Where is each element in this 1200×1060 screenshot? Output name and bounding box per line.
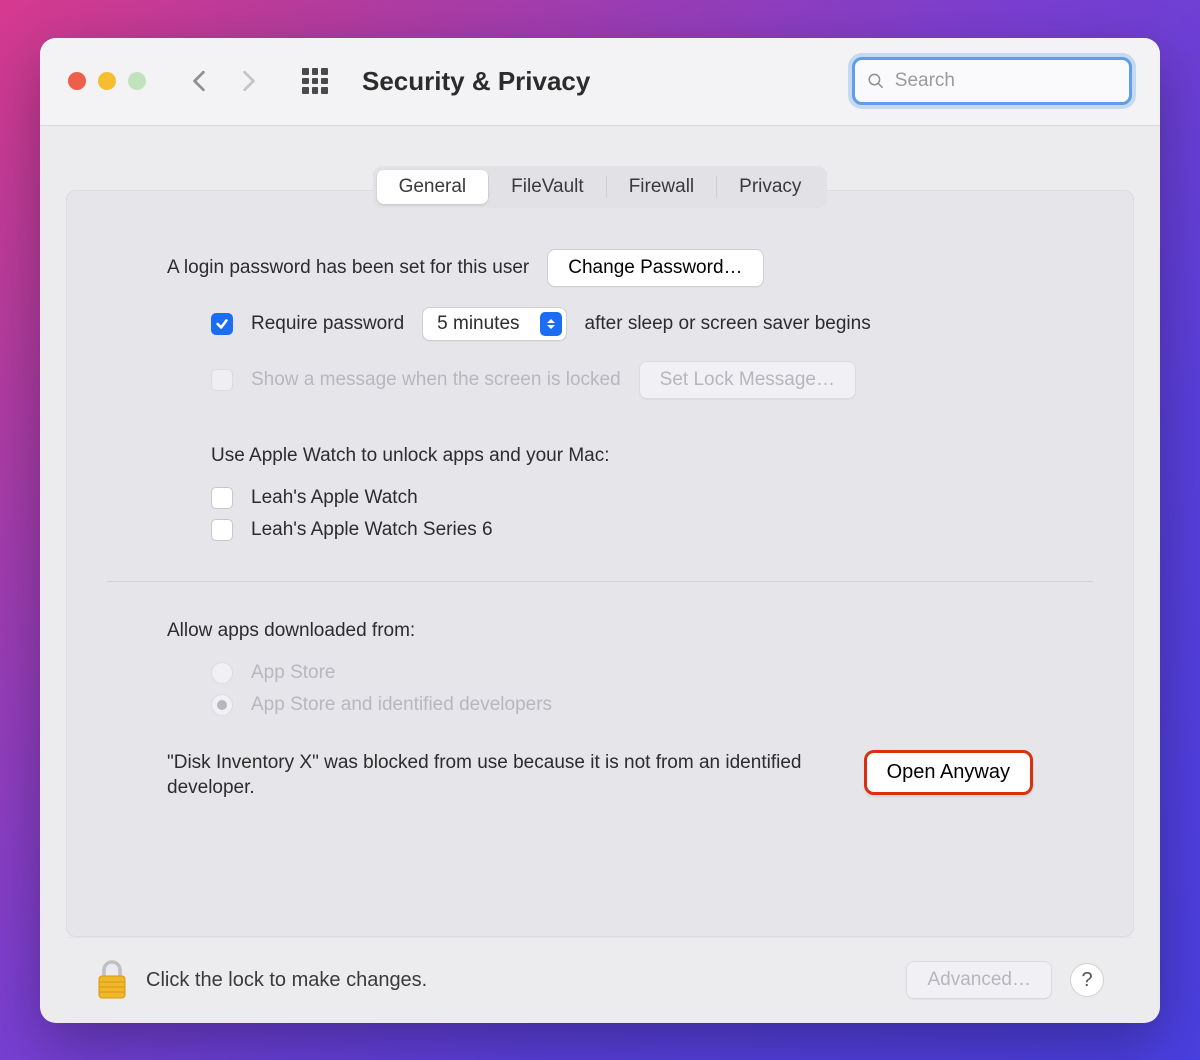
minimize-window-button[interactable] xyxy=(98,72,116,90)
allow-identified-radio xyxy=(211,694,233,716)
apple-watch-1-label: Leah's Apple Watch xyxy=(251,487,418,509)
lock-icon[interactable] xyxy=(96,960,128,1000)
tab-privacy[interactable]: Privacy xyxy=(717,170,823,204)
show-lock-message-checkbox xyxy=(211,369,233,391)
system-preferences-window: Security & Privacy General FileVault Fir… xyxy=(40,38,1160,1023)
lock-hint-text: Click the lock to make changes. xyxy=(146,969,427,992)
require-password-checkbox[interactable] xyxy=(211,313,233,335)
help-button[interactable]: ? xyxy=(1070,963,1104,997)
tab-firewall[interactable]: Firewall xyxy=(607,170,716,204)
require-password-delay-value: 5 minutes xyxy=(437,313,519,335)
search-icon xyxy=(867,71,885,91)
blocked-app-message: "Disk Inventory X" was blocked from use … xyxy=(167,750,824,801)
open-anyway-button[interactable]: Open Anyway xyxy=(864,750,1033,795)
apple-watch-1-checkbox[interactable] xyxy=(211,487,233,509)
apple-watch-2-label: Leah's Apple Watch Series 6 xyxy=(251,519,493,541)
general-panel: A login password has been set for this u… xyxy=(66,190,1134,937)
apple-watch-2-checkbox[interactable] xyxy=(211,519,233,541)
login-password-label: A login password has been set for this u… xyxy=(167,257,529,279)
titlebar: Security & Privacy xyxy=(40,38,1160,126)
window-title: Security & Privacy xyxy=(362,66,590,97)
search-input[interactable] xyxy=(895,70,1117,92)
nav-arrows xyxy=(190,72,258,90)
require-password-after-label: after sleep or screen saver begins xyxy=(585,313,871,335)
tabs: General FileVault Firewall Privacy xyxy=(373,166,828,208)
divider xyxy=(107,581,1093,582)
advanced-button: Advanced… xyxy=(906,961,1052,999)
change-password-button[interactable]: Change Password… xyxy=(547,249,763,287)
allow-apps-heading: Allow apps downloaded from: xyxy=(167,620,415,642)
select-caret-icon xyxy=(540,312,562,336)
tab-general[interactable]: General xyxy=(377,170,489,204)
allow-appstore-radio xyxy=(211,662,233,684)
search-field[interactable] xyxy=(852,57,1132,105)
forward-button[interactable] xyxy=(240,72,258,90)
show-all-icon[interactable] xyxy=(302,68,328,94)
close-window-button[interactable] xyxy=(68,72,86,90)
require-password-label: Require password xyxy=(251,313,404,335)
back-button[interactable] xyxy=(190,72,208,90)
show-lock-message-label: Show a message when the screen is locked xyxy=(251,369,621,391)
set-lock-message-button: Set Lock Message… xyxy=(639,361,856,399)
allow-appstore-label: App Store xyxy=(251,662,336,684)
footer: Click the lock to make changes. Advanced… xyxy=(66,937,1134,1023)
traffic-lights xyxy=(68,72,146,90)
zoom-window-button[interactable] xyxy=(128,72,146,90)
tab-filevault[interactable]: FileVault xyxy=(489,170,606,204)
check-icon xyxy=(215,317,229,331)
require-password-delay-select[interactable]: 5 minutes xyxy=(422,307,566,341)
allow-identified-label: App Store and identified developers xyxy=(251,694,552,716)
apple-watch-heading: Use Apple Watch to unlock apps and your … xyxy=(211,445,610,467)
